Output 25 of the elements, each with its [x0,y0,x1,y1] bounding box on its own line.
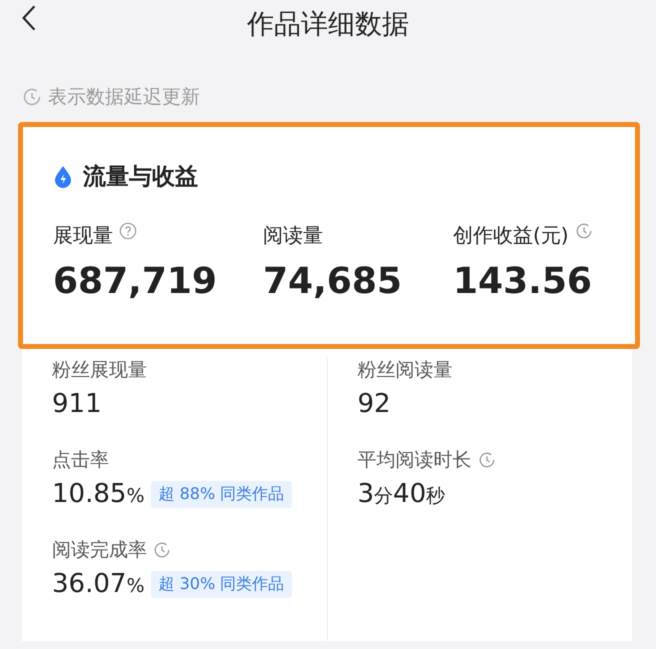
drop-icon [53,164,73,188]
stat-label: 粉丝展现量 [52,358,147,383]
stat-value: 911 [52,389,102,419]
metric-value: 687,719 [53,261,218,302]
comparison-tag: 超 88% 同类作品 [150,480,292,508]
stat-label: 阅读完成率 [52,538,147,563]
comparison-tag: 超 30% 同类作品 [150,570,292,598]
stat-label: 平均阅读时长 [358,448,472,473]
stat-value: 92 [358,389,391,419]
metric-value: 74,685 [263,261,403,302]
metric-label: 展现量 [53,222,113,249]
stat-value: 3分40秒 [358,479,446,509]
clock-icon [22,87,42,107]
stat-value: 36.07% [52,569,144,599]
stat-label: 粉丝阅读量 [358,358,452,383]
metric-label: 创作收益(元) [453,222,569,249]
back-icon[interactable] [20,4,38,32]
metric-value: 143.56 [453,261,593,302]
help-icon[interactable] [119,222,137,240]
metric-label: 阅读量 [263,222,323,249]
stat-value: 10.85% [52,479,144,509]
page-title: 作品详细数据 [247,8,409,42]
card-title: 流量与收益 [83,163,198,192]
notice-text: 表示数据延迟更新 [48,85,200,110]
stat-label: 点击率 [52,448,109,473]
